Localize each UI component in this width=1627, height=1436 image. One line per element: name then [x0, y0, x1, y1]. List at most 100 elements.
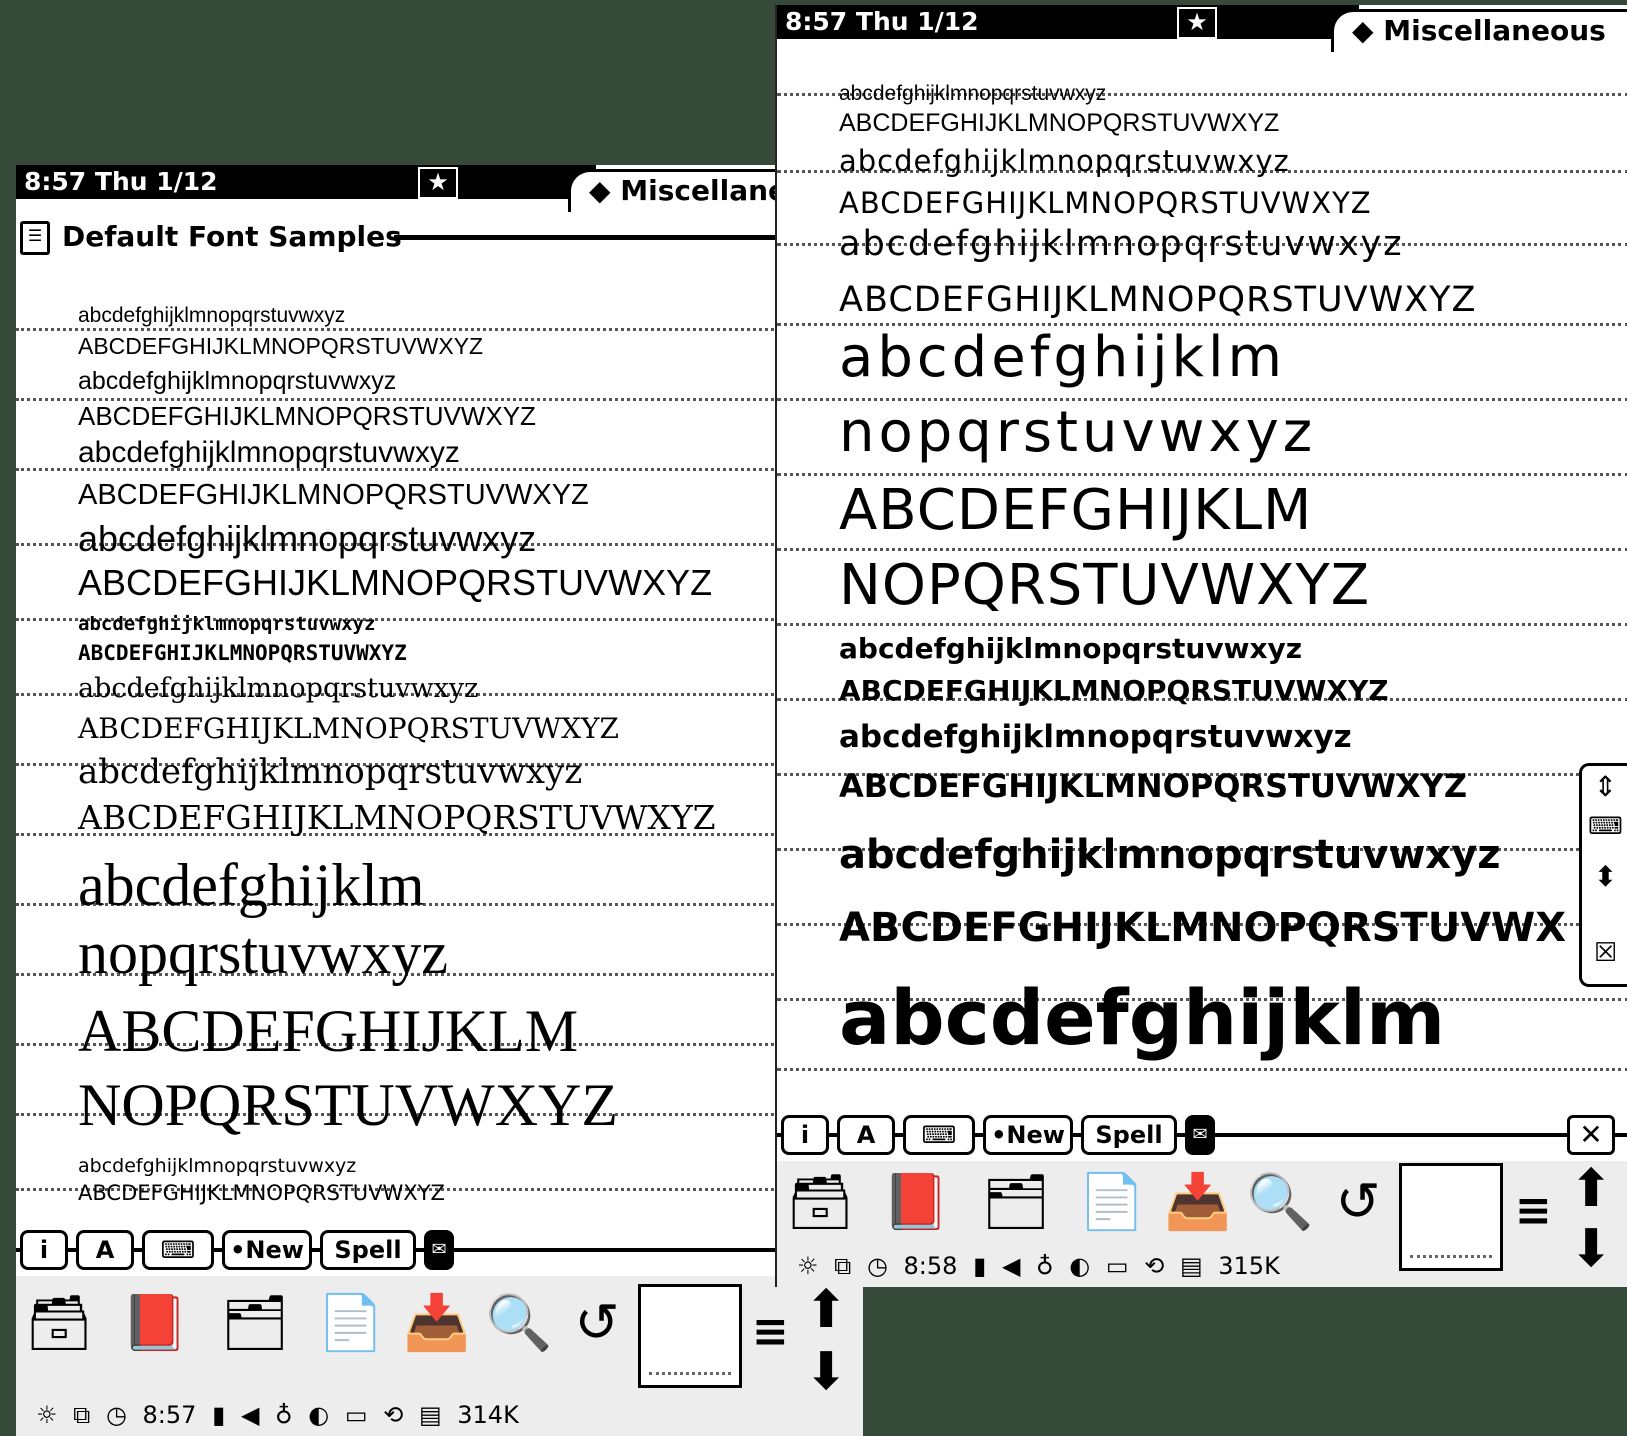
font-sample-line[interactable]: abcdefghijklmnopqrstuvwxyz — [78, 675, 478, 702]
backlight-icon[interactable]: ☼ — [36, 1401, 58, 1429]
clock-time[interactable]: 8:58 — [904, 1252, 958, 1280]
menu-lines-icon[interactable]: ≡ — [752, 1306, 789, 1357]
font-sample-line[interactable]: abcdefghijklmnopqrstuvwxyz — [78, 1157, 356, 1176]
clock-icon[interactable]: ◷ — [867, 1252, 888, 1280]
font-sample-line[interactable]: ABCDEFGHIJKLMNOPQRSTUVWXYZ — [78, 403, 536, 429]
drawer-icon[interactable]: 🗃 — [20, 1284, 98, 1362]
font-sample-line[interactable]: ABCDEFGHIJKLM — [78, 1001, 578, 1061]
font-sample-line[interactable]: abcdefghijklmnopqrstuvwxyz — [839, 635, 1302, 663]
font-sample-line[interactable]: ABCDEFGHIJKLM — [839, 483, 1312, 539]
in-out-box-icon[interactable]: 📥 — [1159, 1163, 1237, 1241]
star-icon[interactable]: ★ — [418, 167, 458, 199]
scroll-arrows-icon[interactable]: ⬍ — [1582, 860, 1627, 893]
dates-book-icon[interactable]: 📕 — [877, 1163, 955, 1241]
font-sample-line[interactable]: abcdefghijklm — [78, 855, 425, 915]
menu-lines-icon[interactable]: ≡ — [1515, 1185, 1552, 1236]
font-sample-line[interactable]: nopqrstuvwxyz — [839, 405, 1316, 461]
status-bar: 8:57 Thu 1/12 ★ ◆ Miscellaneous — [16, 165, 863, 212]
clock-icon[interactable]: ◷ — [106, 1401, 127, 1429]
font-sample-line[interactable]: abcdefghijklmnopqrstuvwxyz — [78, 521, 536, 557]
find-magnifier-icon[interactable]: 🔍 — [480, 1284, 558, 1362]
font-sample-line[interactable]: abcdefghijklmnopqrstuvwxyz — [839, 147, 1290, 176]
overview-icon[interactable]: ⧉ — [73, 1401, 90, 1429]
style-button[interactable]: A — [837, 1115, 895, 1155]
undo-icon[interactable]: ↺ — [1319, 1163, 1397, 1241]
font-sample-line[interactable]: nopqrstuvwxyz — [78, 923, 448, 983]
in-out-box-icon[interactable]: 📥 — [398, 1284, 476, 1362]
rotate-icon[interactable]: ⟲ — [383, 1401, 403, 1429]
font-sample-line[interactable]: ABCDEFGHIJKLMNOPQRSTUVWXYZ — [839, 111, 1279, 136]
rotate-icon[interactable]: ⟲ — [1144, 1252, 1164, 1280]
font-sample-line[interactable]: abcdefghijklmnopqrstuvwxyz — [78, 615, 375, 634]
spell-button[interactable]: Spell — [320, 1230, 416, 1270]
names-cards-icon[interactable]: 🗂 — [977, 1163, 1055, 1241]
contrast-icon[interactable]: ◐ — [1069, 1252, 1090, 1280]
clock-time[interactable]: 8:57 — [143, 1401, 197, 1429]
font-sample-line[interactable]: ABCDEFGHIJKLMNOPQRSTUVWXYZ — [839, 770, 1467, 802]
spell-button[interactable]: Spell — [1081, 1115, 1177, 1155]
font-sample-line[interactable]: ABCDEFGHIJKLMNOPQRSTUVWXYZ — [78, 643, 407, 664]
font-sample-line[interactable]: ABCDEFGHIJKLMNOPQRSTUVWXYZ — [78, 1183, 445, 1204]
dates-book-icon[interactable]: 📕 — [116, 1284, 194, 1362]
folder-tab[interactable]: ◆ Miscellaneous — [1331, 9, 1627, 52]
style-button[interactable]: A — [76, 1230, 134, 1270]
close-icon[interactable]: ☒ — [1582, 938, 1627, 968]
new-button[interactable]: •New — [222, 1230, 312, 1270]
notepad-icon[interactable]: 📄 — [312, 1284, 390, 1362]
font-sample-line[interactable]: abcdefghijklmnopqrstuvwxyz — [78, 755, 582, 789]
scroll-down-icon[interactable]: ⬇ — [796, 1344, 856, 1400]
font-sample-line[interactable]: abcdefghijklmnopqrstuvwxyz — [839, 227, 1404, 262]
speaker-icon[interactable]: ◀ — [241, 1401, 259, 1429]
keyboard-button[interactable]: ⌨ — [142, 1230, 214, 1270]
font-sample-line[interactable]: abcdefghijklm — [839, 330, 1286, 386]
font-sample-line[interactable]: ABCDEFGHIJKLMNOPQRSTUVWXYZ — [839, 283, 1477, 318]
font-sample-line[interactable]: NOPQRSTUVWXYZ — [78, 1075, 618, 1135]
info-button[interactable]: i — [20, 1230, 68, 1270]
battery-icon[interactable]: ▮ — [973, 1252, 986, 1280]
scroll-up-icon[interactable]: ⬆ — [1561, 1161, 1621, 1217]
bulb-icon[interactable]: ♁ — [275, 1401, 293, 1429]
font-sample-line[interactable]: ABCDEFGHIJKLMNOPQRSTUVWX — [839, 908, 1566, 948]
new-button[interactable]: •New — [983, 1115, 1073, 1155]
font-sample-line[interactable]: ABCDEFGHIJKLMNOPQRSTUVWXYZ — [839, 677, 1389, 705]
info-button[interactable]: i — [781, 1115, 829, 1155]
routing-icon[interactable]: ✉ — [424, 1230, 454, 1270]
font-sample-line[interactable]: abcdefghijklm — [839, 980, 1445, 1056]
font-sample-line[interactable]: abcdefghijklmnopqrstuvwxyz — [839, 835, 1501, 875]
contrast-icon[interactable]: ◐ — [308, 1401, 329, 1429]
notepad-icon[interactable]: 📄 — [1073, 1163, 1151, 1241]
drawer-icon[interactable]: 🗃 — [781, 1163, 859, 1241]
note-icon[interactable]: ☰ — [20, 221, 50, 255]
up-down-icon[interactable]: ⇕ — [1582, 770, 1627, 803]
star-icon[interactable]: ★ — [1177, 7, 1217, 39]
font-sample-line[interactable]: ABCDEFGHIJKLMNOPQRSTUVWXYZ — [839, 189, 1372, 218]
font-sample-line[interactable]: abcdefghijklmnopqrstuvwxyz — [78, 438, 460, 468]
ink-input-box[interactable] — [638, 1284, 742, 1388]
font-sample-line[interactable]: ABCDEFGHIJKLMNOPQRSTUVWXYZ — [78, 481, 589, 510]
routing-icon[interactable]: ✉ — [1185, 1115, 1215, 1155]
find-magnifier-icon[interactable]: 🔍 — [1241, 1163, 1319, 1241]
font-sample-line[interactable]: ABCDEFGHIJKLMNOPQRSTUVWXYZ — [78, 335, 483, 358]
font-sample-line[interactable]: abcdefghijklmnopqrstuvwxyz — [839, 722, 1352, 753]
overview-icon[interactable]: ⧉ — [834, 1252, 851, 1280]
names-cards-icon[interactable]: 🗂 — [216, 1284, 294, 1362]
scroll-up-icon[interactable]: ⬆ — [796, 1282, 856, 1338]
font-sample-line[interactable]: abcdefghijklmnopqrstuvwxyz — [839, 83, 1106, 104]
font-sample-line[interactable]: abcdefghijklmnopqrstuvwxyz — [78, 305, 345, 326]
font-sample-line[interactable]: abcdefghijklmnopqrstuvwxyz — [78, 369, 396, 394]
keyboard-icon[interactable]: ⌨ — [1582, 812, 1627, 840]
card-icon[interactable]: ▭ — [1106, 1252, 1129, 1280]
keyboard-button[interactable]: ⌨ — [903, 1115, 975, 1155]
font-sample-line[interactable]: NOPQRSTUVWXYZ — [839, 558, 1370, 614]
bulb-icon[interactable]: ♁ — [1036, 1252, 1054, 1280]
backlight-icon[interactable]: ☼ — [797, 1252, 819, 1280]
battery-icon[interactable]: ▮ — [212, 1401, 225, 1429]
note-title[interactable]: Default Font Samples — [62, 215, 402, 259]
speaker-icon[interactable]: ◀ — [1002, 1252, 1020, 1280]
font-sample-line[interactable]: ABCDEFGHIJKLMNOPQRSTUVWXYZ — [78, 565, 712, 601]
undo-icon[interactable]: ↺ — [558, 1284, 636, 1362]
font-sample-line[interactable]: ABCDEFGHIJKLMNOPQRSTUVWXYZ — [78, 801, 716, 834]
card-icon[interactable]: ▭ — [345, 1401, 368, 1429]
font-sample-line[interactable]: ABCDEFGHIJKLMNOPQRSTUVWXYZ — [78, 715, 619, 743]
close-button[interactable]: ✕ — [1567, 1115, 1615, 1155]
